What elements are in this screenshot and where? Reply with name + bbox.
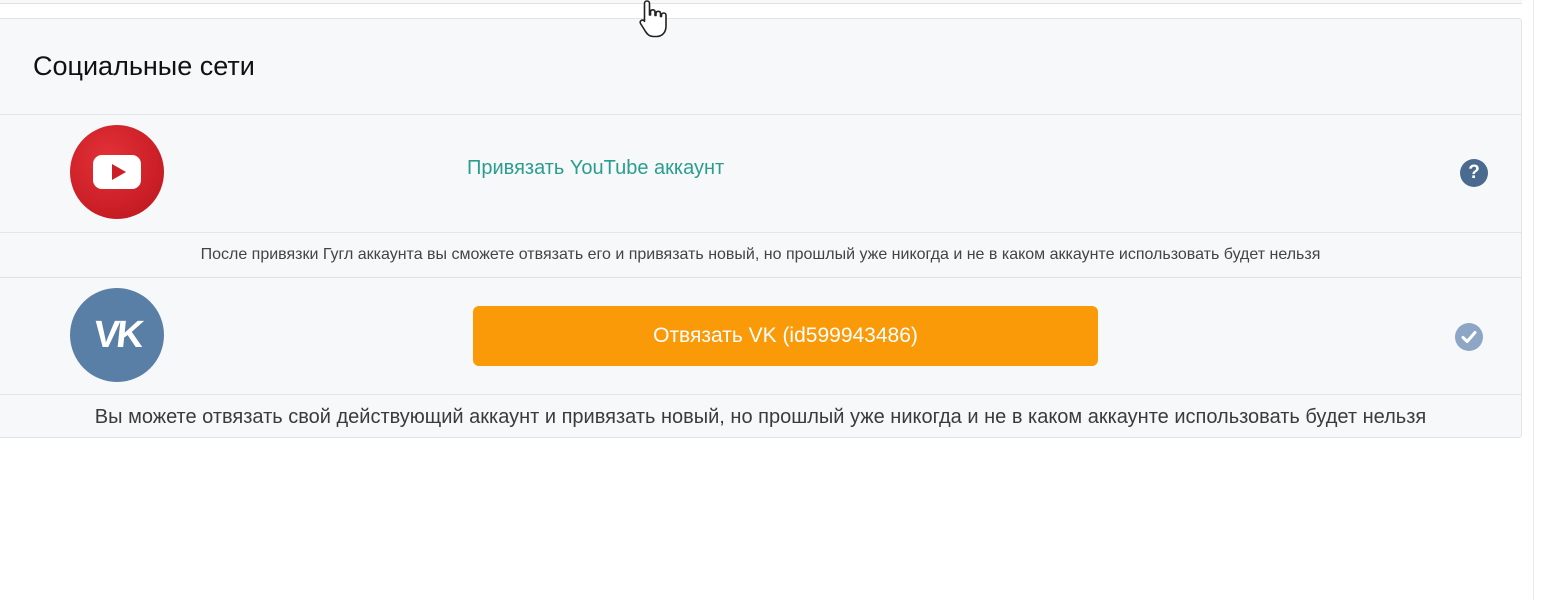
- vk-note-text: Вы можете отвязать свой действующий акка…: [94, 405, 1427, 428]
- unbind-vk-button[interactable]: Отвязать VK (id599943486): [473, 306, 1098, 366]
- previous-card-bottom: [0, 0, 1522, 4]
- vk-logo-text: VK: [91, 313, 143, 356]
- youtube-note-text: После привязки Гугл аккаунта вы сможете …: [200, 246, 1321, 263]
- youtube-play-icon: [93, 155, 141, 189]
- hand-pointer-cursor-icon: [639, 0, 667, 38]
- page-scrollbar[interactable]: [1533, 0, 1556, 600]
- checkmark-glyph-icon: [1461, 331, 1477, 343]
- social-networks-card: Социальные сети Привязать YouTube аккаун…: [0, 18, 1522, 438]
- vk-row: VK Отвязать VK (id599943486): [0, 278, 1521, 395]
- vk-logo-icon: VK: [70, 288, 164, 382]
- question-glyph: ?: [1468, 162, 1480, 183]
- vk-note: Вы можете отвязать свой действующий акка…: [0, 395, 1521, 439]
- youtube-row: Привязать YouTube аккаунт ?: [0, 115, 1521, 233]
- youtube-note: После привязки Гугл аккаунта вы сможете …: [0, 233, 1521, 278]
- youtube-logo-icon: [70, 125, 164, 219]
- section-title: Социальные сети: [33, 51, 255, 81]
- card-header: Социальные сети: [0, 19, 1521, 115]
- checkmark-icon: [1455, 323, 1483, 351]
- link-youtube-account-link[interactable]: Привязать YouTube аккаунт: [467, 157, 724, 180]
- question-icon[interactable]: ?: [1460, 159, 1488, 187]
- page-viewport: Социальные сети Привязать YouTube аккаун…: [0, 0, 1556, 600]
